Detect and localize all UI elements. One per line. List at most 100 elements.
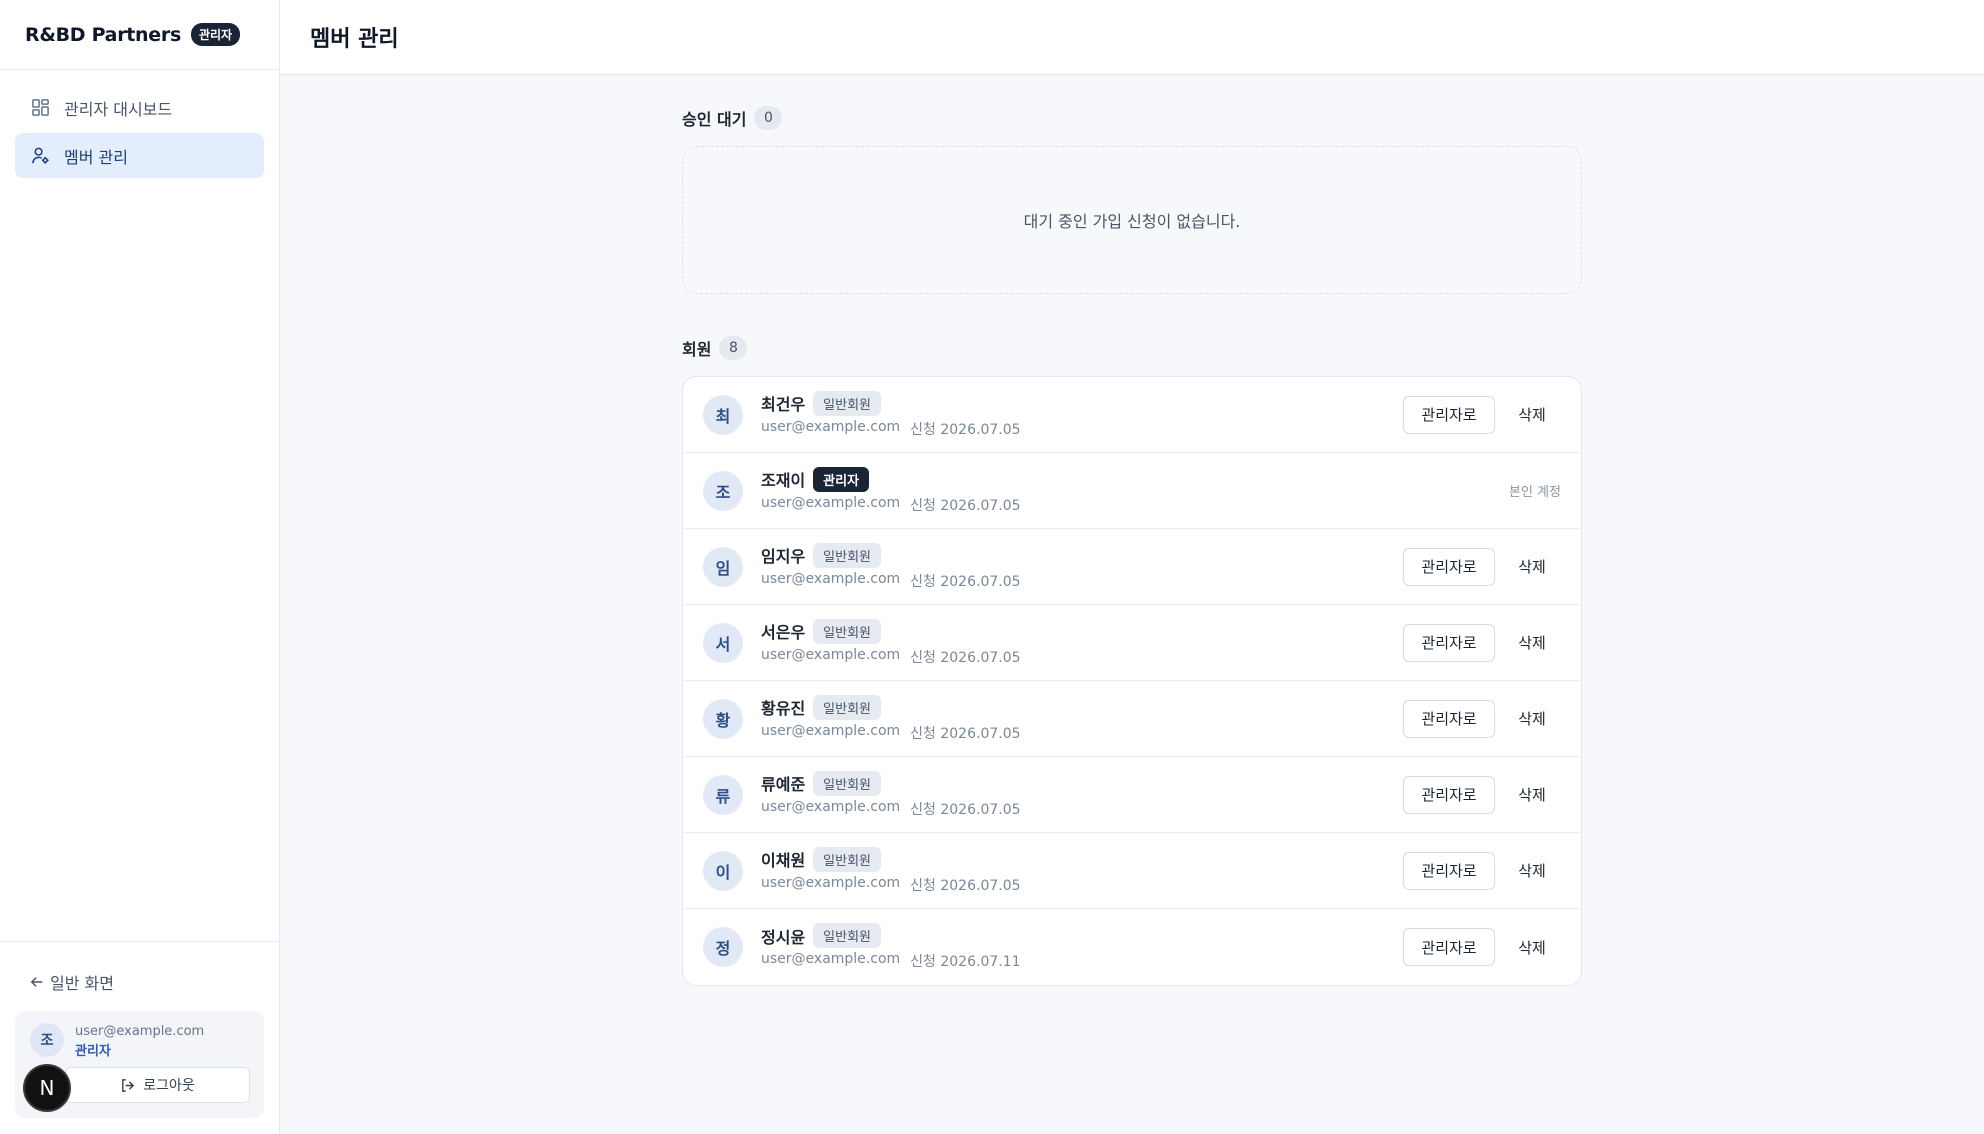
member-applied-date: 신청 2026.07.05: [910, 497, 1021, 514]
self-account-label: 본인 계정: [1509, 485, 1561, 500]
avatar: 황: [703, 698, 743, 739]
sidebar-nav: 관리자 대시보드 멤버 관리: [0, 70, 279, 196]
member-applied-date: 신청 2026.07.05: [910, 573, 1021, 590]
avatar: 조: [30, 1023, 64, 1057]
member-name: 류예준: [761, 775, 806, 794]
member-email: user@example.com: [761, 494, 901, 511]
pending-count-badge: 0: [754, 106, 783, 130]
member-actions: 관리자로 삭제: [1403, 775, 1561, 814]
member-email: user@example.com: [761, 722, 901, 739]
arrow-left-icon: [30, 977, 43, 987]
delete-member-button[interactable]: 삭제: [1503, 852, 1561, 890]
member-row: 서 서은우 일반회원 user@example.com 신청 2026.07.0…: [683, 605, 1581, 681]
members-count-badge: 8: [719, 336, 748, 360]
members-section: 회원 8 최 최건우 일반회원 user@example.com 신청 2026…: [682, 334, 1582, 986]
brand-name: R&BD Partners: [25, 23, 181, 46]
avatar: 최: [703, 394, 743, 435]
member-info: 조재이 관리자 user@example.com 신청 2026.07.05: [761, 466, 1021, 515]
member-applied-date: 신청 2026.07.05: [910, 877, 1021, 894]
member-applied-date: 신청 2026.07.11: [910, 954, 1021, 970]
sidebar-item-label: 멤버 관리: [64, 147, 128, 167]
grid-icon: [32, 99, 49, 116]
logout-icon: [122, 1078, 135, 1092]
promote-to-admin-button[interactable]: 관리자로: [1403, 547, 1495, 586]
promote-to-admin-button[interactable]: 관리자로: [1403, 775, 1495, 814]
delete-member-button[interactable]: 삭제: [1503, 396, 1561, 434]
avatar: 이: [703, 850, 743, 891]
user-email: user@example.com: [75, 1024, 205, 1039]
role-badge: 일반회원: [813, 542, 882, 568]
member-email: user@example.com: [761, 418, 901, 435]
avatar: 조: [703, 470, 743, 511]
member-row: 조 조재이 관리자 user@example.com 신청 2026.07.05…: [683, 453, 1581, 529]
members-title: 회원: [682, 340, 712, 359]
page-title: 멤버 관리: [310, 27, 399, 52]
brand-role-badge: 관리자: [190, 23, 241, 46]
member-actions: 관리자로 삭제: [1403, 851, 1561, 890]
member-info: 류예준 일반회원 user@example.com 신청 2026.07.05: [761, 770, 1021, 819]
delete-member-button[interactable]: 삭제: [1503, 548, 1561, 586]
role-badge: 일반회원: [813, 390, 882, 416]
role-badge: 일반회원: [813, 846, 882, 872]
promote-to-admin-button[interactable]: 관리자로: [1403, 851, 1495, 890]
member-info: 정시윤 일반회원 user@example.com 신청 2026.07.11: [761, 923, 1021, 971]
delete-member-button[interactable]: 삭제: [1503, 928, 1561, 966]
role-badge: 일반회원: [813, 618, 882, 644]
pending-header: 승인 대기 0: [682, 104, 1582, 132]
member-actions: 관리자로 삭제: [1403, 395, 1561, 434]
sidebar-item-member-management[interactable]: 멤버 관리: [15, 133, 264, 178]
user-role: 관리자: [75, 1044, 111, 1059]
member-name: 임지우: [761, 547, 806, 566]
brand: R&BD Partners 관리자: [0, 0, 279, 70]
member-info: 황유진 일반회원 user@example.com 신청 2026.07.05: [761, 694, 1021, 743]
main-content: 승인 대기 0 대기 중인 가입 신청이 없습니다. 회원 8 최 최건우 일반…: [682, 104, 1582, 986]
member-email: user@example.com: [761, 570, 901, 587]
member-actions: 관리자로 삭제: [1403, 547, 1561, 586]
member-actions: 관리자로 삭제: [1403, 699, 1561, 738]
member-actions: 관리자로 삭제: [1403, 623, 1561, 662]
role-badge: 일반회원: [813, 923, 882, 948]
member-info: 이채원 일반회원 user@example.com 신청 2026.07.05: [761, 846, 1021, 895]
sidebar: R&BD Partners 관리자 관리자 대시보드 멤버 관리 일반 화면 조…: [0, 0, 280, 1134]
member-name: 조재이: [761, 471, 806, 490]
member-applied-date: 신청 2026.07.05: [910, 421, 1021, 438]
avatar: 정: [703, 927, 743, 967]
delete-member-button[interactable]: 삭제: [1503, 700, 1561, 738]
member-name: 황유진: [761, 699, 806, 718]
logout-button[interactable]: 로그아웃: [65, 1067, 250, 1103]
member-applied-date: 신청 2026.07.05: [910, 725, 1021, 742]
delete-member-button[interactable]: 삭제: [1503, 624, 1561, 662]
member-info: 최건우 일반회원 user@example.com 신청 2026.07.05: [761, 390, 1021, 439]
member-row: 황 황유진 일반회원 user@example.com 신청 2026.07.0…: [683, 681, 1581, 757]
user-gear-icon: [32, 147, 49, 164]
member-row: 정 정시윤 일반회원 user@example.com 신청 2026.07.1…: [683, 909, 1581, 985]
delete-member-button[interactable]: 삭제: [1503, 776, 1561, 814]
dev-tools-badge[interactable]: N: [23, 1064, 71, 1112]
member-applied-date: 신청 2026.07.05: [910, 649, 1021, 666]
member-email: user@example.com: [761, 646, 901, 663]
pending-section: 승인 대기 0 대기 중인 가입 신청이 없습니다.: [682, 104, 1582, 294]
member-list: 최 최건우 일반회원 user@example.com 신청 2026.07.0…: [682, 376, 1582, 986]
member-email: user@example.com: [761, 798, 901, 815]
avatar: 서: [703, 622, 743, 663]
sidebar-item-label: 관리자 대시보드: [64, 99, 173, 119]
promote-to-admin-button[interactable]: 관리자로: [1403, 699, 1495, 738]
member-row: 임 임지우 일반회원 user@example.com 신청 2026.07.0…: [683, 529, 1581, 605]
member-name: 최건우: [761, 395, 806, 414]
member-actions: 관리자로 삭제: [1403, 928, 1561, 966]
logout-label: 로그아웃: [143, 1078, 195, 1094]
member-info: 서은우 일반회원 user@example.com 신청 2026.07.05: [761, 618, 1021, 667]
member-email: user@example.com: [761, 951, 901, 967]
back-to-main-link[interactable]: 일반 화면: [0, 970, 279, 994]
promote-to-admin-button[interactable]: 관리자로: [1403, 623, 1495, 662]
member-row: 류 류예준 일반회원 user@example.com 신청 2026.07.0…: [683, 757, 1581, 833]
pending-title: 승인 대기: [682, 110, 747, 129]
promote-to-admin-button[interactable]: 관리자로: [1403, 395, 1495, 434]
promote-to-admin-button[interactable]: 관리자로: [1403, 928, 1495, 966]
sidebar-item-admin-dashboard[interactable]: 관리자 대시보드: [15, 85, 264, 130]
member-row: 최 최건우 일반회원 user@example.com 신청 2026.07.0…: [683, 377, 1581, 453]
member-name: 서은우: [761, 623, 806, 642]
member-email: user@example.com: [761, 874, 901, 891]
member-applied-date: 신청 2026.07.05: [910, 801, 1021, 818]
pending-empty-state: 대기 중인 가입 신청이 없습니다.: [682, 146, 1582, 294]
